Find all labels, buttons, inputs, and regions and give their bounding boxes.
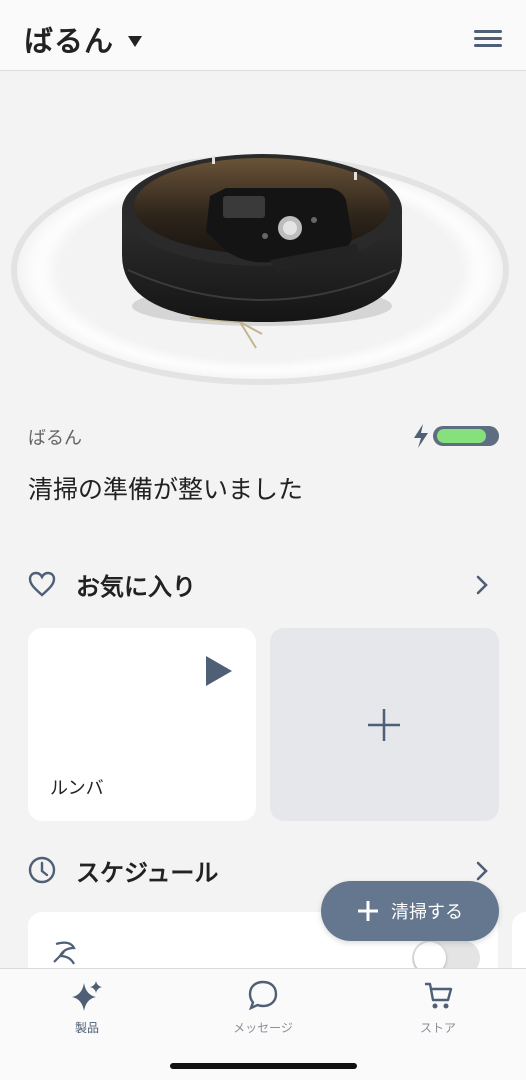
- hamburger-menu-icon[interactable]: [474, 30, 502, 50]
- plus-icon: [368, 709, 400, 741]
- cart-icon: [425, 982, 453, 1009]
- app-header: ばるん: [0, 0, 526, 71]
- tab-store-label: ストア: [419, 1021, 456, 1035]
- favorites-section-header[interactable]: お気に入り: [28, 567, 498, 601]
- tab-messages[interactable]: メッセージ: [203, 979, 323, 1036]
- chevron-right-icon[interactable]: [476, 861, 488, 881]
- lightning-bolt-icon: [414, 424, 428, 448]
- tab-store[interactable]: ストア: [378, 979, 498, 1036]
- tab-products[interactable]: 製品: [27, 979, 147, 1036]
- add-favorite-card[interactable]: [270, 628, 499, 821]
- device-status: 清掃の準備が整いました: [28, 475, 304, 504]
- favorite-name: ルンバ: [50, 778, 104, 799]
- robot-selector[interactable]: ばるん: [24, 18, 143, 60]
- chevron-right-icon[interactable]: [476, 575, 488, 595]
- schedule-label: スケジュール: [76, 858, 219, 887]
- clean-button-label: 清掃する: [391, 902, 463, 923]
- favorite-card[interactable]: ルンバ: [28, 628, 256, 821]
- clean-button[interactable]: 清掃する: [321, 881, 499, 941]
- device-name: ばるん: [28, 428, 82, 449]
- heart-icon: [28, 571, 56, 597]
- header-title: ばるん: [24, 24, 115, 58]
- caret-down-icon: [128, 35, 143, 47]
- clock-icon: [28, 856, 56, 884]
- play-icon[interactable]: [206, 656, 232, 686]
- chat-bubble-icon: [248, 980, 278, 1011]
- favorites-label: お気に入り: [76, 572, 196, 601]
- robot-image: [11, 154, 509, 385]
- sparkle-icon: [72, 981, 102, 1011]
- home-indicator: [170, 1063, 357, 1069]
- cleaning-mode-icon: [53, 941, 76, 965]
- tab-products-label: 製品: [74, 1021, 99, 1035]
- plus-icon: [358, 901, 378, 921]
- battery-fill: [437, 429, 487, 443]
- battery-indicator: [433, 426, 499, 446]
- tab-messages-label: メッセージ: [233, 1021, 293, 1035]
